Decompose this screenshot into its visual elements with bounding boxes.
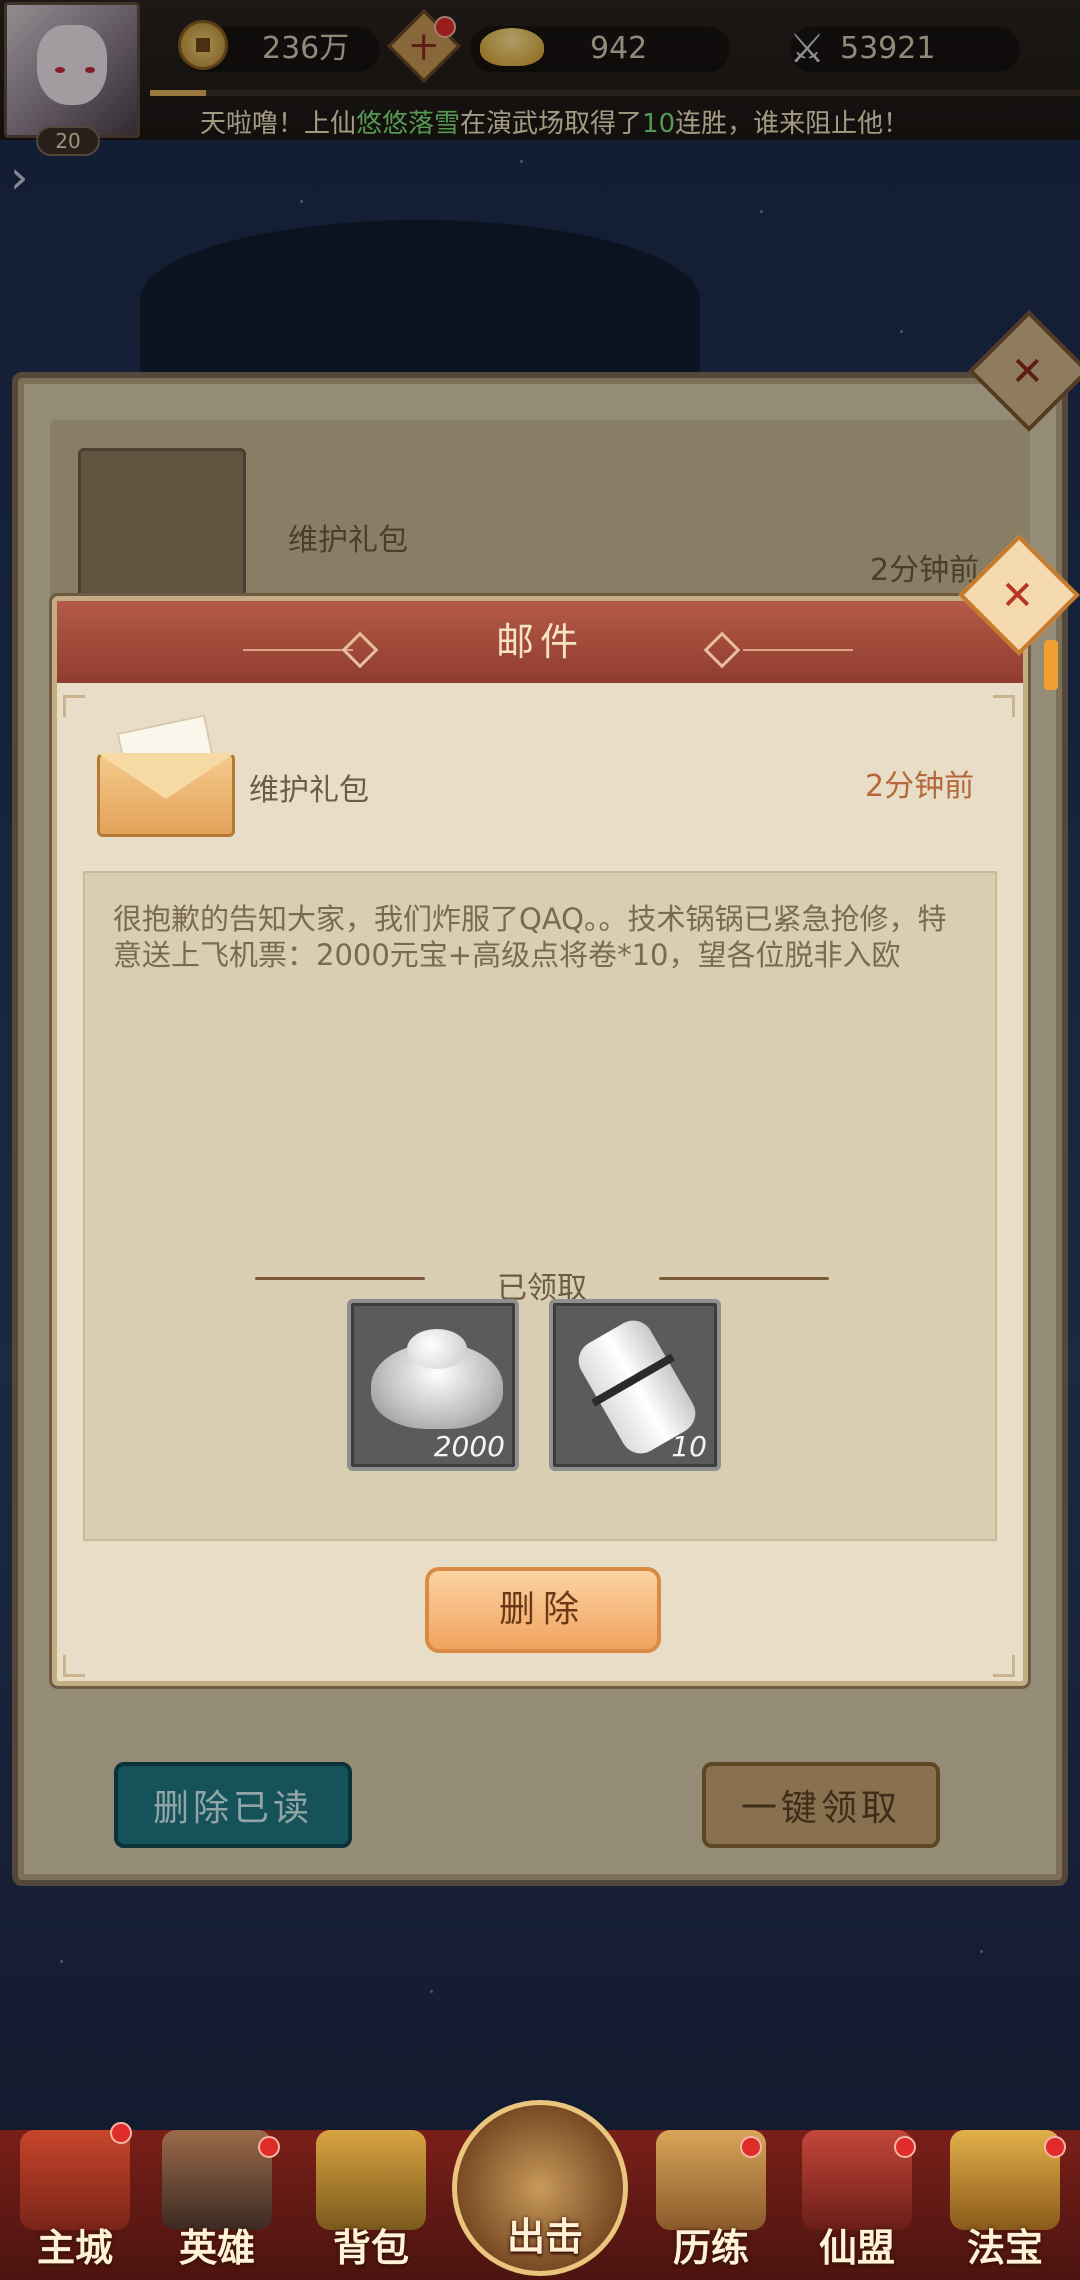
corner-ornament (993, 695, 1015, 717)
delete-mail-button[interactable]: 删除 (425, 1567, 661, 1653)
ornament-curl (659, 1277, 829, 1280)
dialog-header: 邮件 (57, 601, 1023, 683)
corner-ornament (63, 1655, 85, 1677)
header-ornament-line (743, 649, 853, 651)
mail-body-text: 很抱歉的告知大家，我们炸服了QAQ。。技术锅锅已紧急抢修，特意送上飞机票：200… (113, 902, 947, 972)
nav-attack[interactable]: 出击 (452, 2100, 628, 2276)
backpack-icon (316, 2130, 426, 2230)
mail-dialog: 邮件 维护礼包 2分钟前 很抱歉的告知大家，我们炸服了QAQ。。技术锅锅已紧急抢… (52, 596, 1028, 1686)
main-city-icon (20, 2130, 130, 2230)
nav-label: 仙盟 (818, 2226, 895, 2270)
mail-body-box: 很抱歉的告知大家，我们炸服了QAQ。。技术锅锅已紧急抢修，特意送上飞机票：200… (83, 871, 997, 1541)
notification-dot (740, 2136, 762, 2158)
notification-dot (1044, 2136, 1066, 2158)
nav-label: 历练 (672, 2226, 749, 2270)
notification-dot (110, 2122, 132, 2144)
nav-main-city[interactable]: 主城 (0, 2120, 150, 2280)
notification-dot (894, 2136, 916, 2158)
reward-slot-scroll[interactable]: 10 (549, 1299, 721, 1471)
nav-label: 背包 (332, 2226, 409, 2270)
notification-dot (258, 2136, 280, 2158)
claimed-label: 已领取 (497, 1271, 587, 1306)
nav-training[interactable]: 历练 (636, 2120, 786, 2280)
reward-amount: 10 (671, 1430, 707, 1463)
header-ornament-line (243, 649, 353, 651)
corner-ornament (993, 1655, 1015, 1677)
hero-icon (162, 2130, 272, 2230)
corner-ornament (63, 695, 85, 717)
envelope-icon (97, 714, 235, 837)
close-icon: ✕ (1000, 573, 1035, 620)
nav-label: 出击 (506, 2215, 583, 2259)
silver-ingot-icon (371, 1329, 503, 1429)
nav-backpack[interactable]: 背包 (296, 2120, 446, 2280)
nav-label: 英雄 (178, 2226, 255, 2270)
tassel-ornament (1044, 640, 1058, 690)
attack-icon (490, 2127, 590, 2217)
reward-slot-ingot[interactable]: 2000 (347, 1299, 519, 1471)
nav-label: 法宝 (966, 2226, 1043, 2270)
reward-amount: 2000 (433, 1430, 505, 1463)
nav-label: 主城 (36, 2226, 113, 2270)
dialog-title: 邮件 (495, 620, 584, 664)
mail-title: 维护礼包 (249, 773, 369, 808)
mail-time: 2分钟前 (865, 769, 975, 804)
